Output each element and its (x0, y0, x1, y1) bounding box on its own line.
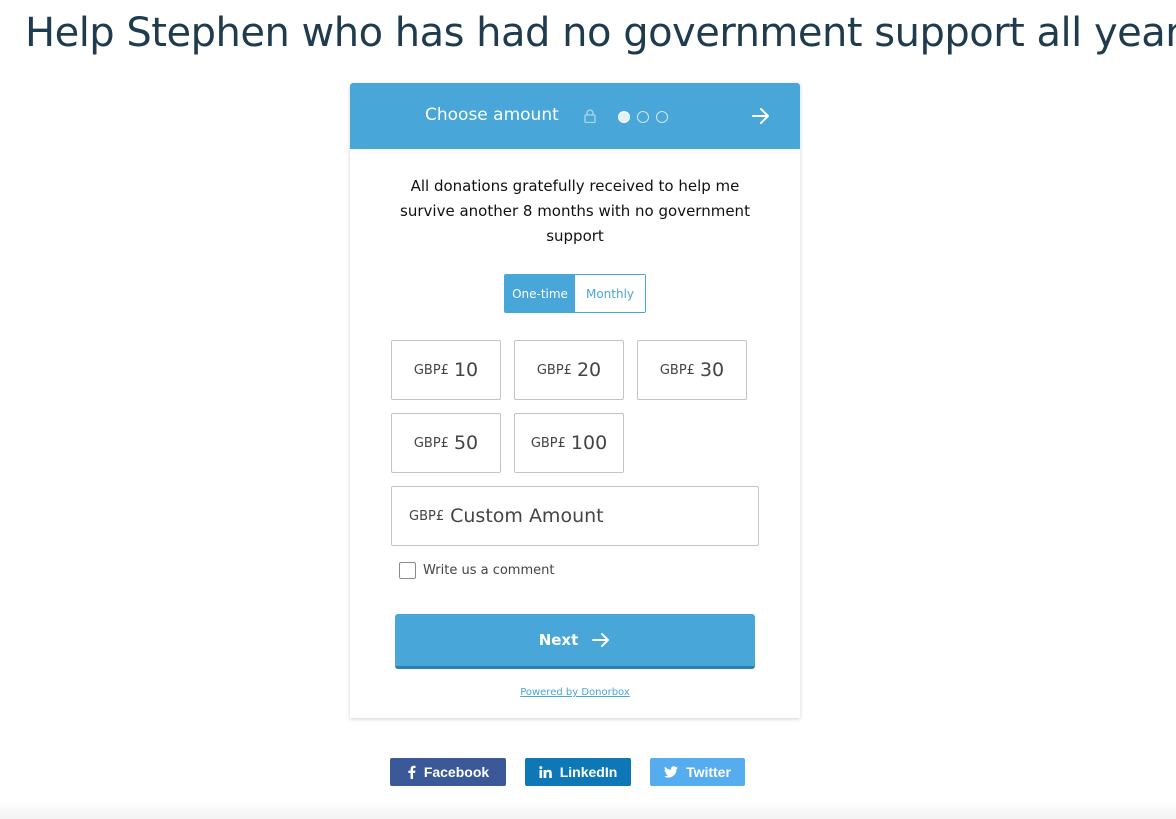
amount-value: 20 (576, 359, 602, 381)
currency-label: GBP£ (530, 435, 566, 451)
linkedin-icon (539, 766, 552, 778)
one-time-button[interactable]: One-time (505, 275, 575, 312)
currency-label: GBP£ (659, 362, 695, 378)
next-label: Next (538, 631, 579, 649)
monthly-button[interactable]: Monthly (575, 275, 645, 312)
step-dot-2 (637, 111, 649, 123)
amount-button-100[interactable]: GBP£ 100 (514, 413, 624, 473)
frequency-toggle: One-time Monthly (504, 274, 646, 313)
amount-button-20[interactable]: GBP£ 20 (514, 340, 624, 400)
currency-label: GBP£ (413, 362, 449, 378)
page-title: Help Stephen who has had no government s… (25, 10, 1176, 56)
currency-label: GBP£ (536, 362, 572, 378)
amount-button-10[interactable]: GBP£ 10 (391, 340, 501, 400)
powered-by-link[interactable]: Powered by Donorbox (350, 687, 800, 698)
amount-button-30[interactable]: GBP£ 30 (637, 340, 747, 400)
custom-amount-input[interactable]: GBP£ Custom Amount (391, 486, 759, 546)
amount-value: 50 (453, 432, 479, 454)
comment-label[interactable]: Write us a comment (423, 563, 554, 578)
arrow-right-icon (592, 633, 610, 647)
twitter-label: Twitter (686, 764, 731, 780)
page-footer-edge (0, 801, 1176, 819)
header-title: Choose amount (425, 105, 559, 125)
twitter-icon (664, 766, 679, 778)
facebook-label: Facebook (423, 764, 490, 780)
amount-value: 10 (453, 359, 479, 381)
facebook-icon (408, 765, 416, 779)
twitter-share-button[interactable]: Twitter (650, 758, 745, 786)
comment-option: Write us a comment (399, 562, 554, 579)
linkedin-label: LinkedIn (559, 764, 618, 780)
donation-widget: Choose amount All donations gratefully r… (350, 83, 800, 718)
amount-value: 100 (570, 432, 608, 454)
linkedin-share-button[interactable]: LinkedIn (525, 758, 631, 786)
amount-button-50[interactable]: GBP£ 50 (391, 413, 501, 473)
step-dot-3 (656, 111, 668, 123)
amount-value: 30 (699, 359, 725, 381)
comment-checkbox[interactable] (399, 562, 416, 579)
currency-label: GBP£ (409, 508, 445, 524)
step-dot-1 (618, 111, 630, 123)
next-button[interactable]: Next (395, 614, 755, 669)
arrow-right-icon[interactable] (751, 107, 771, 125)
custom-amount-placeholder: Custom Amount (450, 505, 604, 527)
currency-label: GBP£ (413, 435, 449, 451)
step-indicator (618, 111, 668, 123)
campaign-description: All donations gratefully received to hel… (400, 177, 750, 245)
widget-header: Choose amount (350, 83, 800, 149)
facebook-share-button[interactable]: Facebook (390, 758, 506, 786)
lock-icon (584, 109, 596, 123)
